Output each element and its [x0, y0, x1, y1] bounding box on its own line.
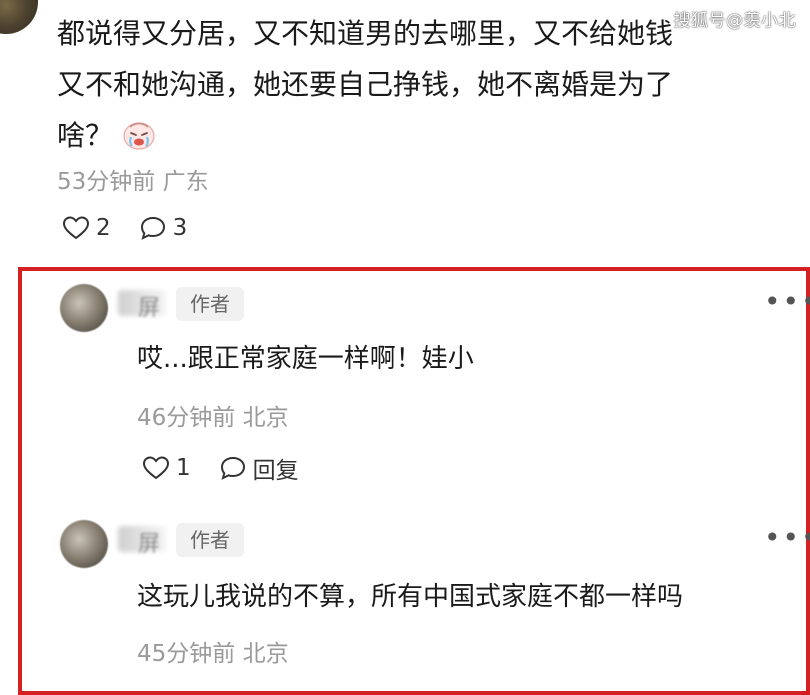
comment-actions: 2 3	[62, 215, 215, 241]
more-options-icon[interactable]: •••	[764, 288, 810, 316]
reply-meta: 45分钟前 北京	[137, 641, 289, 667]
comment-bubble-icon[interactable]	[139, 215, 167, 241]
reply-actions: 1 回复	[142, 451, 299, 485]
like-heart-icon[interactable]	[142, 455, 170, 481]
commenter-avatar[interactable]	[0, 0, 38, 34]
reply-text: 哎...跟正常家庭一样啊！娃小	[137, 344, 474, 374]
author-badge: 作者	[176, 287, 244, 321]
comment-line: 啥？	[57, 110, 777, 161]
comment-meta: 53分钟前 广东	[57, 169, 209, 195]
like-count: 1	[176, 455, 191, 481]
more-options-icon[interactable]: •••	[764, 524, 810, 552]
comment-text: 都说得又分居，又不知道男的去哪里，又不给她钱 又不和她沟通，她还要自己挣钱，她不…	[57, 8, 777, 161]
comment-line-text: 啥？	[57, 119, 114, 152]
comment-count: 3	[172, 215, 188, 241]
reply-text: 这玩儿我说的不算，所有中国式家庭不都一样吗	[137, 582, 684, 612]
reply-avatar[interactable]	[60, 284, 108, 332]
author-badge: 作者	[176, 523, 244, 557]
highlight-box	[18, 267, 810, 695]
like-count: 2	[96, 215, 111, 241]
reply-author-name-glyph: 屏	[138, 296, 161, 321]
comment-line: 又不和她沟通，她还要自己挣钱，她不离婚是为了	[57, 68, 674, 101]
reply-avatar[interactable]	[60, 520, 108, 568]
comment-line: 都说得又分居，又不知道男的去哪里，又不给她钱	[57, 17, 674, 50]
like-heart-icon[interactable]	[62, 215, 90, 241]
crying-face-emoji-icon	[123, 122, 155, 150]
reply-meta: 46分钟前 北京	[137, 405, 289, 431]
reply-button[interactable]: 回复	[253, 451, 299, 485]
reply-author-name-glyph: 屏	[138, 532, 161, 557]
comment-bubble-icon[interactable]	[219, 455, 247, 481]
